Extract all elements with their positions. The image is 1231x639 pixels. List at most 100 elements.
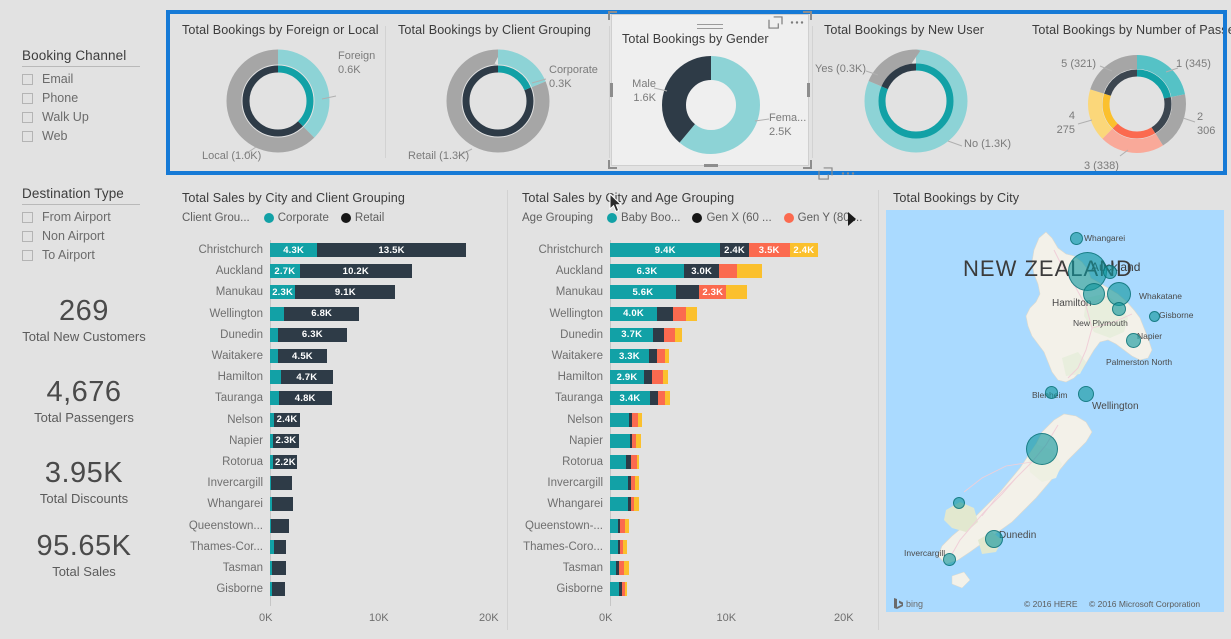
bar-segment-gen-x-60[interactable]: [644, 370, 653, 385]
bar-segment-baby-boo[interactable]: [610, 433, 630, 448]
bar-row[interactable]: Wellington 6.8K: [170, 306, 507, 321]
bar-segment-gen-z[interactable]: [662, 370, 668, 385]
resize-handle-left[interactable]: [610, 83, 613, 97]
plot-area-client-grouping[interactable]: Christchurch 4.3K 13.5K Auckland 2.7K 10.2K Ma…: [170, 240, 507, 635]
bar-segment-gen-x-60[interactable]: 2.4K: [720, 243, 749, 257]
bar-segment-gen-x-60[interactable]: [675, 285, 700, 300]
legend-next-page-arrow-icon[interactable]: [846, 211, 858, 227]
bar-segment-retail[interactable]: [271, 518, 289, 533]
bar-stack[interactable]: [270, 561, 507, 575]
map-bubble-waitakere[interactable]: [1083, 283, 1105, 305]
bar-stack[interactable]: 2.4K: [270, 412, 507, 427]
visual-header-toolbar[interactable]: [768, 16, 804, 29]
bar-row[interactable]: Tasman: [510, 561, 878, 575]
bing-logo[interactable]: bing: [894, 598, 923, 609]
bar-row[interactable]: Dunedin 3.7K: [510, 327, 878, 342]
more-options-icon[interactable]: [790, 20, 804, 25]
bar-stack[interactable]: [270, 476, 507, 491]
bar-row[interactable]: Tauranga 3.4K: [510, 391, 878, 406]
bar-row[interactable]: Thames-Cor...: [170, 539, 507, 554]
bar-row[interactable]: Christchurch 4.3K 13.5K: [170, 243, 507, 257]
resize-handle-bottom[interactable]: [704, 164, 718, 167]
bar-segment-gen-y-80[interactable]: [658, 391, 666, 406]
bar-row[interactable]: Tasman: [170, 561, 507, 575]
bar-row[interactable]: Rotorua: [510, 455, 878, 469]
bar-stack[interactable]: 4.5K: [270, 349, 507, 363]
bar-row[interactable]: Wellington 4.0K: [510, 306, 878, 321]
bar-row[interactable]: Hamilton 4.7K: [170, 370, 507, 385]
bar-segment-baby-boo[interactable]: [610, 518, 619, 533]
bar-segment-retail[interactable]: 2.3K: [273, 433, 299, 448]
bar-segment-gen-y-80[interactable]: [652, 370, 663, 385]
bar-segment-gen-y-80[interactable]: 2.3K: [699, 285, 727, 300]
visual-bookings-by-number-of-passengers[interactable]: Total Bookings by Number of Passeng..: [1020, 14, 1231, 172]
bar-segment-gen-x-60[interactable]: [653, 327, 665, 342]
bar-stack[interactable]: [270, 518, 507, 533]
bar-stack[interactable]: 3.7K: [610, 327, 878, 342]
bar-segment-gen-z[interactable]: [634, 497, 639, 512]
bar-stack[interactable]: 2.3K 9.1K: [270, 285, 507, 300]
bar-segment-gen-z[interactable]: [634, 476, 639, 491]
bar-segment-gen-z[interactable]: [638, 412, 642, 427]
bar-row[interactable]: Thames-Coro...: [510, 539, 878, 554]
bar-stack[interactable]: 2.2K: [270, 455, 507, 469]
bar-stack[interactable]: 2.7K 10.2K: [270, 264, 507, 279]
map-bubble-queenstown[interactable]: [953, 497, 965, 509]
bar-segment-gen-x-60[interactable]: [648, 349, 657, 363]
bar-row[interactable]: Invercargill: [510, 476, 878, 491]
bar-segment-gen-y-80[interactable]: 3.5K: [748, 243, 790, 257]
bar-segment-retail[interactable]: 4.7K: [281, 370, 333, 385]
bar-segment-corporate[interactable]: [270, 349, 278, 363]
map-bubble-invercargill[interactable]: [943, 553, 956, 566]
legend-item-baby-boomers[interactable]: Baby Boo...: [606, 212, 680, 224]
map-bubble-tauranga[interactable]: [1112, 302, 1126, 316]
bar-segment-retail[interactable]: 13.5K: [317, 243, 466, 257]
resize-handle-top-right[interactable]: [803, 11, 812, 20]
bar-stack[interactable]: 3.4K: [610, 391, 878, 406]
bar-segment-retail[interactable]: 2.4K: [273, 412, 301, 427]
bar-segment-gen-x-60[interactable]: [657, 306, 674, 321]
bar-segment-corporate[interactable]: [270, 306, 285, 321]
checkbox-icon-web[interactable]: [22, 130, 33, 142]
legend-age-grouping[interactable]: Age Grouping Baby Boo... Gen X (60 ... G…: [522, 212, 874, 224]
more-options-icon[interactable]: [841, 171, 855, 176]
checkbox-icon-non-airport[interactable]: [22, 230, 33, 242]
bar-segment-corporate[interactable]: 4.3K: [270, 243, 318, 257]
kpi-card-total-sales[interactable]: 95.65K Total Sales: [0, 531, 168, 580]
bar-row[interactable]: Nelson: [510, 412, 878, 427]
map-bubble-christchurch[interactable]: [1026, 433, 1058, 465]
bar-segment-retail[interactable]: 2.2K: [273, 455, 298, 469]
bar-segment-baby-boo[interactable]: 5.6K: [610, 285, 676, 300]
slicer-item-phone[interactable]: Phone: [22, 91, 140, 105]
bar-stack[interactable]: 4.8K: [270, 391, 507, 406]
bar-segment-corporate[interactable]: [270, 327, 278, 342]
kpi-card-total-discounts[interactable]: 3.95K Total Discounts: [0, 458, 168, 507]
bar-segment-baby-boo[interactable]: [610, 412, 629, 427]
bar-segment-corporate[interactable]: 2.7K: [270, 264, 300, 279]
bar-segment-gen-z[interactable]: [625, 582, 627, 597]
bar-row[interactable]: Queenstown-...: [510, 518, 878, 533]
bar-stack[interactable]: [610, 497, 878, 512]
kpi-card-total-passengers[interactable]: 4,676 Total Passengers: [0, 377, 168, 426]
bar-stack[interactable]: [610, 455, 878, 469]
slicer-item-from-airport[interactable]: From Airport: [22, 210, 140, 224]
bar-stack[interactable]: 4.7K: [270, 370, 507, 385]
slicer-item-non-airport[interactable]: Non Airport: [22, 229, 140, 243]
map-bubble-dunedin[interactable]: [985, 530, 1003, 548]
bar-segment-baby-boo[interactable]: [610, 582, 620, 597]
bar-stack[interactable]: [610, 561, 878, 575]
focus-mode-icon[interactable]: [768, 16, 783, 29]
bar-row[interactable]: Manukau 2.3K 9.1K: [170, 285, 507, 300]
map-bubble-gisborne[interactable]: [1149, 311, 1160, 322]
bar-segment-corporate[interactable]: [270, 370, 281, 385]
bar-stack[interactable]: 2.9K: [610, 370, 878, 385]
visual-hover-toolbar[interactable]: [818, 167, 855, 180]
bar-segment-baby-boo[interactable]: 2.9K: [610, 370, 645, 385]
bar-segment-retail[interactable]: 4.8K: [278, 391, 332, 406]
bar-segment-retail[interactable]: [273, 539, 286, 554]
focus-mode-icon[interactable]: [818, 167, 833, 180]
bar-segment-baby-boo[interactable]: [610, 539, 619, 554]
bar-segment-corporate[interactable]: 2.3K: [270, 285, 296, 300]
map-bubble-wellington[interactable]: [1078, 386, 1094, 402]
bar-stack[interactable]: [610, 539, 878, 554]
